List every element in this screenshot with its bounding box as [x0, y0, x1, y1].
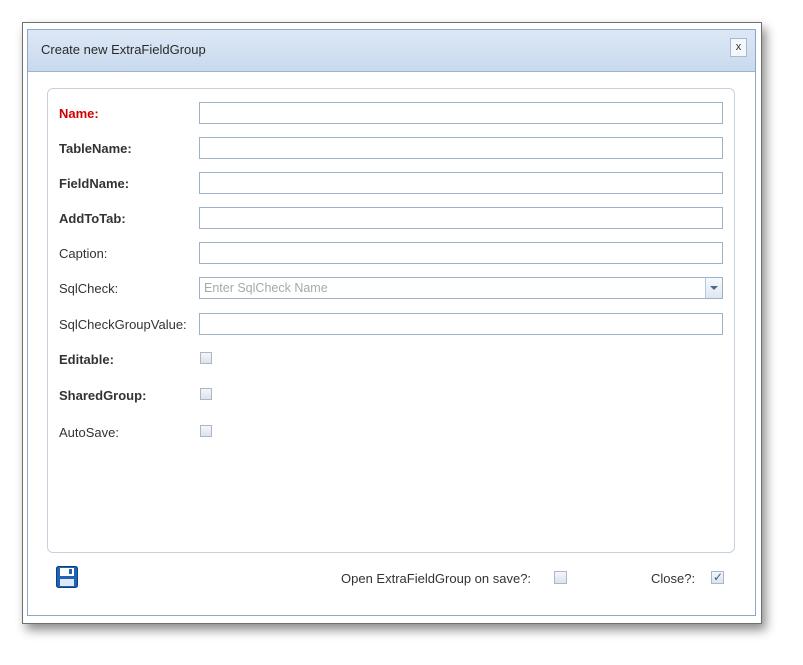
sharedgroup-label: SharedGroup:	[59, 388, 147, 403]
autosave-label: AutoSave:	[59, 425, 119, 440]
checkmark-icon: ✓	[713, 570, 724, 584]
sqlcheck-label: SqlCheck:	[59, 281, 119, 296]
autosave-checkbox[interactable]	[200, 425, 212, 437]
open-on-save-label: Open ExtraFieldGroup on save?:	[341, 571, 532, 586]
row-fieldname: FieldName:	[48, 172, 734, 196]
sqlcheck-combobox[interactable]: Enter SqlCheck Name	[199, 277, 723, 299]
row-tablename: TableName:	[48, 137, 734, 161]
tablename-field[interactable]	[199, 137, 723, 159]
caption-field[interactable]	[199, 242, 723, 264]
dialog-titlebar[interactable]: Create new ExtraFieldGroup x	[28, 30, 755, 72]
close-after-save-label: Close?:	[651, 571, 696, 586]
name-field[interactable]	[199, 102, 723, 124]
fieldname-field[interactable]	[199, 172, 723, 194]
save-button[interactable]	[56, 566, 78, 588]
sqlcheckgroupvalue-field[interactable]	[199, 313, 723, 335]
sharedgroup-checkbox[interactable]	[200, 388, 212, 400]
row-autosave: AutoSave:	[48, 421, 734, 445]
caption-label: Caption:	[59, 246, 108, 261]
sqlcheck-dropdown-button[interactable]	[705, 278, 722, 298]
addtotab-label: AddToTab:	[59, 211, 126, 226]
row-name: Name:	[48, 102, 734, 126]
row-addtotab: AddToTab:	[48, 207, 734, 231]
form-panel: Name: TableName: FieldName: AddToTab: Ca…	[47, 88, 735, 553]
editable-label: Editable:	[59, 352, 114, 367]
row-sharedgroup: SharedGroup:	[48, 384, 734, 408]
name-label: Name:	[59, 106, 99, 121]
fieldname-label: FieldName:	[59, 176, 130, 191]
row-sqlcheckgroupvalue: SqlCheckGroupValue:	[48, 313, 734, 337]
chevron-down-icon	[710, 286, 718, 290]
sqlcheck-placeholder: Enter SqlCheck Name	[204, 281, 328, 295]
tablename-label: TableName:	[59, 141, 132, 156]
close-button[interactable]: x	[730, 38, 747, 57]
addtotab-field[interactable]	[199, 207, 723, 229]
row-sqlcheck: SqlCheck: Enter SqlCheck Name	[48, 277, 734, 301]
open-on-save-checkbox[interactable]	[554, 571, 567, 584]
floppy-disk-icon	[56, 566, 78, 588]
editable-checkbox[interactable]	[200, 352, 212, 364]
create-extrafieldgroup-dialog: Create new ExtraFieldGroup x Name: Table…	[27, 29, 756, 616]
row-caption: Caption:	[48, 242, 734, 266]
row-editable: Editable:	[48, 348, 734, 372]
dialog-title: Create new ExtraFieldGroup	[41, 42, 206, 57]
close-after-save-checkbox[interactable]: ✓	[711, 570, 724, 584]
sqlcheckgroupvalue-label: SqlCheckGroupValue:	[59, 317, 187, 332]
